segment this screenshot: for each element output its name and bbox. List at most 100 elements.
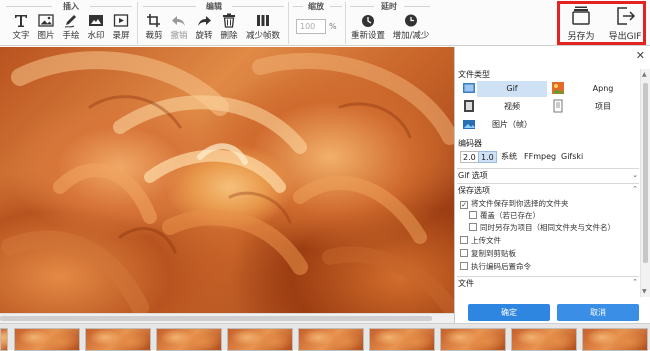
- scroll-down-icon[interactable]: ▼: [642, 288, 647, 295]
- frame-thumbnail[interactable]: [14, 328, 80, 351]
- checkbox[interactable]: [460, 249, 468, 257]
- image-tool-button[interactable]: 图片: [35, 13, 57, 43]
- collapse-chevron-icon[interactable]: ⌃: [632, 278, 638, 286]
- undo-tool-label: 撤销: [170, 31, 188, 41]
- encoder-system[interactable]: 系统: [499, 151, 519, 163]
- image-icon: [38, 13, 54, 28]
- collapse-chevron-icon[interactable]: ⌃: [632, 185, 638, 193]
- freehand-tool-label: 手绘: [62, 31, 80, 41]
- frame-filmstrip: [0, 323, 650, 351]
- encoder-gifski[interactable]: Gifski: [559, 151, 585, 163]
- pen-icon: [63, 13, 79, 28]
- checkbox-checked[interactable]: ✓: [460, 201, 468, 209]
- undo-tool-button[interactable]: 撤销: [168, 13, 190, 43]
- option-save-project-too[interactable]: 同时另存为项目（相同文件夹与文件名）: [469, 222, 615, 233]
- encoder-2-0[interactable]: 2.0: [460, 151, 479, 163]
- undo-icon: [171, 13, 187, 28]
- frame-thumbnail[interactable]: [369, 328, 435, 351]
- encoder-ffmpeg[interactable]: FFmpeg: [522, 151, 558, 163]
- file-section-title[interactable]: 文件: [458, 278, 474, 289]
- checkbox[interactable]: [469, 211, 477, 219]
- apng-type-icon: [552, 82, 564, 94]
- cancel-button[interactable]: 取消: [557, 304, 639, 321]
- image-canvas[interactable]: [0, 47, 454, 313]
- file-type-gif[interactable]: Gif: [477, 81, 547, 97]
- delete-tool-label: 删除: [220, 31, 238, 41]
- record-tool-button[interactable]: 录屏: [110, 13, 132, 43]
- frame-thumbnail[interactable]: [227, 328, 293, 351]
- crop-icon: [146, 13, 162, 28]
- adjust-delay-label: 增加/减少: [392, 31, 430, 41]
- image-tool-label: 图片: [37, 31, 55, 41]
- freehand-tool-button[interactable]: 手绘: [60, 13, 82, 43]
- option-run-command[interactable]: 执行编码后置命令: [460, 261, 531, 272]
- frame-thumbnail[interactable]: [298, 328, 364, 351]
- crop-tool-button[interactable]: 裁剪: [143, 13, 165, 43]
- canvas-horizontal-scrollbar[interactable]: [0, 313, 454, 323]
- panel-scrollbar[interactable]: ▲ ▼: [640, 69, 650, 297]
- separator: [345, 2, 346, 44]
- delete-tool-button[interactable]: 删除: [218, 13, 240, 43]
- watermark-tool-label: 水印: [87, 31, 105, 41]
- checkbox[interactable]: [469, 223, 477, 231]
- file-type-video[interactable]: 视频: [477, 99, 547, 115]
- checkbox[interactable]: [460, 236, 468, 244]
- group-divider: [90, 6, 132, 7]
- checkbox[interactable]: [460, 262, 468, 270]
- option-overwrite[interactable]: 覆盖（若已存在）: [469, 210, 540, 221]
- zoom-input[interactable]: 100: [296, 19, 326, 34]
- gif-options-title[interactable]: Gif 选项: [458, 170, 488, 181]
- group-divider: [350, 6, 374, 7]
- file-type-project[interactable]: 项目: [573, 99, 633, 115]
- close-icon[interactable]: ✕: [636, 49, 645, 62]
- frame-thumbnail[interactable]: [0, 328, 8, 351]
- frame-thumbnail[interactable]: [582, 328, 648, 351]
- group-title-delay: 延时: [381, 2, 397, 11]
- export-options-panel: ✕ 文件类型 Gif Apng 视频 项目 图片（帧） 编码器 2.0 1.0 …: [454, 47, 650, 323]
- scrollbar-thumb[interactable]: [643, 83, 648, 263]
- section-divider: [457, 168, 639, 169]
- option-save-to-folder[interactable]: ✓ 将文件保存到你选择的文件夹: [460, 198, 569, 209]
- option-copy-clipboard[interactable]: 复制到剪贴板: [460, 248, 516, 259]
- group-divider: [293, 6, 303, 7]
- option-upload[interactable]: 上传文件: [460, 235, 501, 246]
- expand-chevron-icon[interactable]: ⌄: [632, 171, 638, 179]
- group-title-zoom: 缩放: [308, 2, 324, 11]
- text-icon: [13, 13, 29, 28]
- option-label: 将文件保存到你选择的文件夹: [471, 199, 569, 208]
- record-tool-label: 录屏: [112, 31, 130, 41]
- group-title-insert: 插入: [63, 2, 79, 11]
- group-divider: [6, 6, 52, 7]
- scrollbar-thumb[interactable]: [0, 316, 432, 321]
- file-type-images[interactable]: 图片（帧）: [477, 117, 547, 133]
- reduce-frames-tool-button[interactable]: 减少帧数: [243, 13, 283, 43]
- separator: [288, 2, 289, 44]
- watermark-tool-button[interactable]: 水印: [85, 13, 107, 43]
- adjust-delay-button[interactable]: 增加/减少: [390, 13, 432, 43]
- encoder-1-0[interactable]: 1.0: [478, 151, 497, 163]
- reset-delay-button[interactable]: 重新设置: [350, 13, 386, 43]
- frame-thumbnail[interactable]: [156, 328, 222, 351]
- file-type-apng[interactable]: Apng: [573, 81, 633, 97]
- watermark-icon: [88, 13, 104, 28]
- separator: [137, 2, 138, 44]
- option-label: 上传文件: [471, 236, 501, 245]
- text-tool-label: 文字: [12, 31, 30, 41]
- group-divider: [232, 6, 284, 7]
- rotate-tool-button[interactable]: 旋转: [193, 13, 215, 43]
- frame-thumbnail[interactable]: [85, 328, 151, 351]
- frame-thumbnail[interactable]: [511, 328, 577, 351]
- ok-button[interactable]: 确定: [468, 304, 550, 321]
- group-divider: [330, 6, 342, 7]
- text-tool-button[interactable]: 文字: [10, 13, 32, 43]
- group-divider: [404, 6, 430, 7]
- save-options-title[interactable]: 保存选项: [458, 185, 490, 196]
- highlight-box: [557, 1, 646, 45]
- option-label: 覆盖（若已存在）: [480, 211, 540, 220]
- section-divider: [457, 183, 639, 184]
- frame-thumbnail[interactable]: [440, 328, 506, 351]
- option-label: 同时另存为项目（相同文件夹与文件名）: [480, 223, 615, 232]
- scroll-up-icon[interactable]: ▲: [642, 71, 647, 78]
- reduce-frames-tool-label: 减少帧数: [245, 31, 280, 41]
- crop-tool-label: 裁剪: [145, 31, 163, 41]
